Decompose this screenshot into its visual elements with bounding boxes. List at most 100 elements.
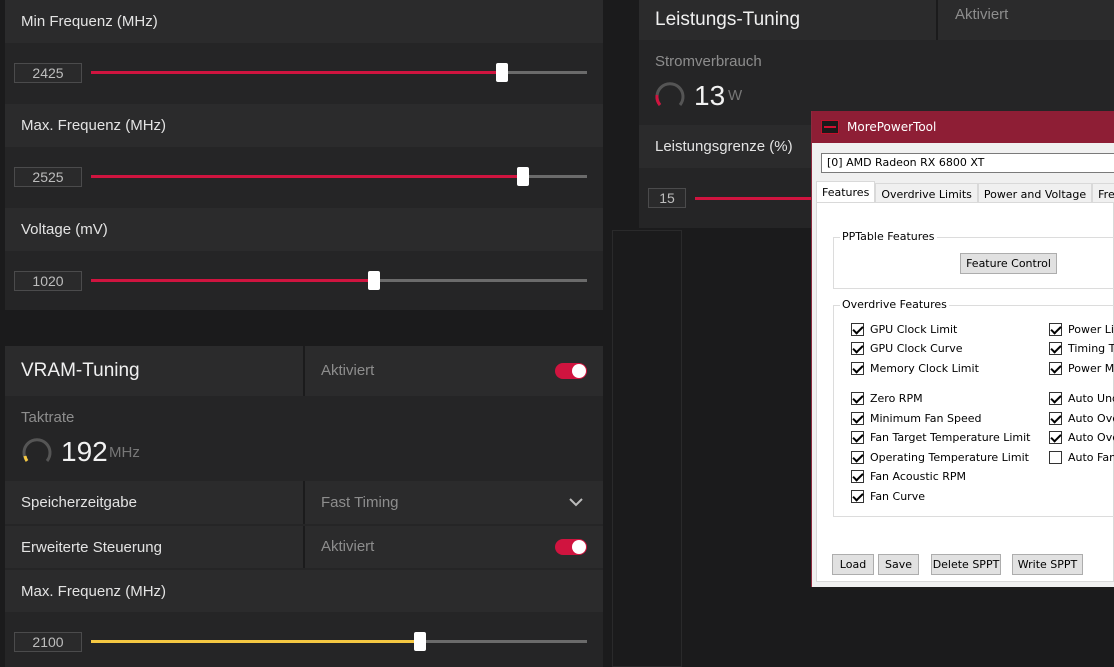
power-gauge-icon (655, 82, 685, 106)
save-button[interactable]: Save (878, 554, 919, 575)
checkbox-label: Fan Acoustic RPM (870, 470, 967, 483)
checkbox-label: Power Mo (1068, 362, 1114, 375)
vram-max-freq-slider-thumb[interactable] (413, 632, 426, 651)
checkbox-icon (851, 470, 864, 483)
min-freq-header: Min Frequenz (MHz) (5, 0, 603, 43)
checkbox-auto-undervolt[interactable]: Auto Unde (1049, 392, 1114, 405)
tab-overdrive-limits[interactable]: Overdrive Limits (875, 183, 978, 203)
checkbox-fan-acoustic-rpm[interactable]: Fan Acoustic RPM (851, 470, 966, 483)
advanced-control-toggle[interactable] (555, 539, 587, 555)
min-freq-slider-fill (91, 71, 502, 74)
memory-timing-dropdown[interactable]: Fast Timing (305, 481, 603, 524)
checkbox-zero-rpm[interactable]: Zero RPM (851, 392, 923, 405)
checkbox-icon (851, 490, 864, 503)
power-header: Leistungs-Tuning (639, 0, 1114, 40)
checkbox-minimum-fan-speed[interactable]: Minimum Fan Speed (851, 412, 981, 425)
voltage-slider[interactable] (91, 271, 587, 290)
vram-max-freq-header: Max. Frequenz (MHz) (5, 570, 603, 612)
advanced-control-label: Erweiterte Steuerung (21, 538, 162, 556)
checkbox-icon (1049, 323, 1062, 336)
power-limit-input[interactable]: 15 (648, 188, 686, 208)
checkbox-icon (1049, 412, 1062, 425)
divider (303, 346, 305, 396)
power-title: Leistungs-Tuning (655, 9, 801, 30)
vram-clock-value: 192 (61, 436, 108, 467)
load-button[interactable]: Load (832, 554, 874, 575)
vram-toggle[interactable] (555, 363, 587, 379)
checkbox-auto-overclock-vram[interactable]: Auto Over (1049, 431, 1114, 444)
checkbox-power-mode[interactable]: Power Mo (1049, 362, 1114, 375)
voltage-slider-fill (91, 279, 374, 282)
power-consumption-value: 13 (694, 80, 726, 111)
min-freq-slider[interactable] (91, 63, 587, 82)
max-freq-slider-fill (91, 175, 523, 178)
device-select[interactable]: [0] AMD Radeon RX 6800 XT (821, 153, 1114, 173)
voltage-input[interactable]: 1020 (14, 271, 82, 291)
checkbox-icon (851, 451, 864, 464)
checkbox-label: Auto Over (1068, 431, 1114, 444)
checkbox-memory-clock-limit[interactable]: Memory Clock Limit (851, 362, 979, 375)
checkbox-gpu-clock-limit[interactable]: GPU Clock Limit (851, 323, 957, 336)
voltage-slider-thumb[interactable] (367, 271, 380, 290)
vram-max-freq-label: Max. Frequenz (MHz) (21, 582, 167, 600)
checkbox-label: Auto Unde (1068, 392, 1114, 405)
checkbox-gpu-clock-curve[interactable]: GPU Clock Curve (851, 342, 963, 355)
checkbox-power-limit[interactable]: Power Lim (1049, 323, 1114, 336)
checkbox-icon (851, 323, 864, 336)
checkbox-icon (851, 431, 864, 444)
vram-clock-gauge-icon (22, 438, 52, 462)
checkbox-label: Fan Target Temperature Limit (870, 431, 1031, 444)
max-freq-input[interactable]: 2525 (14, 167, 82, 187)
checkbox-label: GPU Clock Limit (870, 323, 958, 336)
checkbox-icon (1049, 392, 1062, 405)
toggle-knob (572, 540, 586, 554)
tab-features[interactable]: Features (816, 181, 876, 203)
checkbox-operating-temperature-limit[interactable]: Operating Temperature Limit (851, 451, 1029, 464)
features-tab-body: PPTable Features Feature Control Overdri… (816, 202, 1114, 582)
checkbox-label: Timing Tun (1068, 342, 1114, 355)
power-consumption-label: Stromverbrauch (655, 53, 762, 70)
voltage-header: Voltage (mV) (5, 208, 603, 251)
divider (303, 526, 305, 568)
checkbox-icon (1049, 451, 1062, 464)
checkbox-label: Auto Over (1068, 412, 1114, 425)
overdrive-features-group: Overdrive Features GPU Clock Limit GPU C… (833, 298, 1114, 517)
vram-tuning-panel: VRAM-Tuning Aktiviert Taktrate 192 MHz S… (5, 346, 603, 667)
memory-timing-label: Speicherzeitgabe (21, 494, 137, 511)
pptable-features-group: PPTable Features Feature Control (833, 230, 1114, 289)
checkbox-icon (1049, 431, 1062, 444)
feature-control-button[interactable]: Feature Control (960, 253, 1057, 274)
divider (936, 0, 938, 40)
checkbox-auto-fan[interactable]: Auto Fan (1049, 451, 1114, 464)
min-freq-slider-thumb[interactable] (495, 63, 508, 82)
mpt-logo-icon (821, 120, 839, 134)
tab-frequency[interactable]: Frequency (1092, 183, 1114, 203)
write-sppt-button[interactable]: Write SPPT (1012, 554, 1083, 575)
vram-max-freq-slider[interactable] (91, 632, 587, 651)
tab-power-and-voltage[interactable]: Power and Voltage (977, 183, 1093, 203)
min-freq-input[interactable]: 2425 (14, 63, 82, 83)
background-frame (612, 230, 682, 667)
checkbox-label: GPU Clock Curve (870, 342, 963, 355)
morepowertool-window: MorePowerTool [0] AMD Radeon RX 6800 XT … (811, 111, 1114, 587)
checkbox-auto-overclock-gpu[interactable]: Auto Over (1049, 412, 1114, 425)
vram-title: VRAM-Tuning (21, 360, 140, 381)
checkbox-label: Memory Clock Limit (870, 362, 979, 375)
power-limit-label: Leistungsgrenze (%) (655, 138, 793, 155)
min-freq-label: Min Frequenz (MHz) (21, 13, 158, 30)
checkbox-icon (1049, 342, 1062, 355)
max-freq-slider-thumb[interactable] (516, 167, 529, 186)
checkbox-timing-tuning[interactable]: Timing Tun (1049, 342, 1114, 355)
checkbox-label: Minimum Fan Speed (870, 412, 982, 425)
pptable-features-label: PPTable Features (840, 230, 937, 243)
checkbox-icon (851, 362, 864, 375)
vram-max-freq-input[interactable]: 2100 (14, 632, 82, 652)
max-freq-header: Max. Frequenz (MHz) (5, 104, 603, 147)
max-freq-slider[interactable] (91, 167, 587, 186)
checkbox-icon (1049, 362, 1062, 375)
checkbox-icon (851, 412, 864, 425)
mpt-tabs: Features Overdrive Limits Power and Volt… (816, 181, 1114, 203)
checkbox-fan-curve[interactable]: Fan Curve (851, 490, 925, 503)
delete-sppt-button[interactable]: Delete SPPT (931, 554, 1001, 575)
checkbox-fan-target-temperature-limit[interactable]: Fan Target Temperature Limit (851, 431, 1031, 444)
